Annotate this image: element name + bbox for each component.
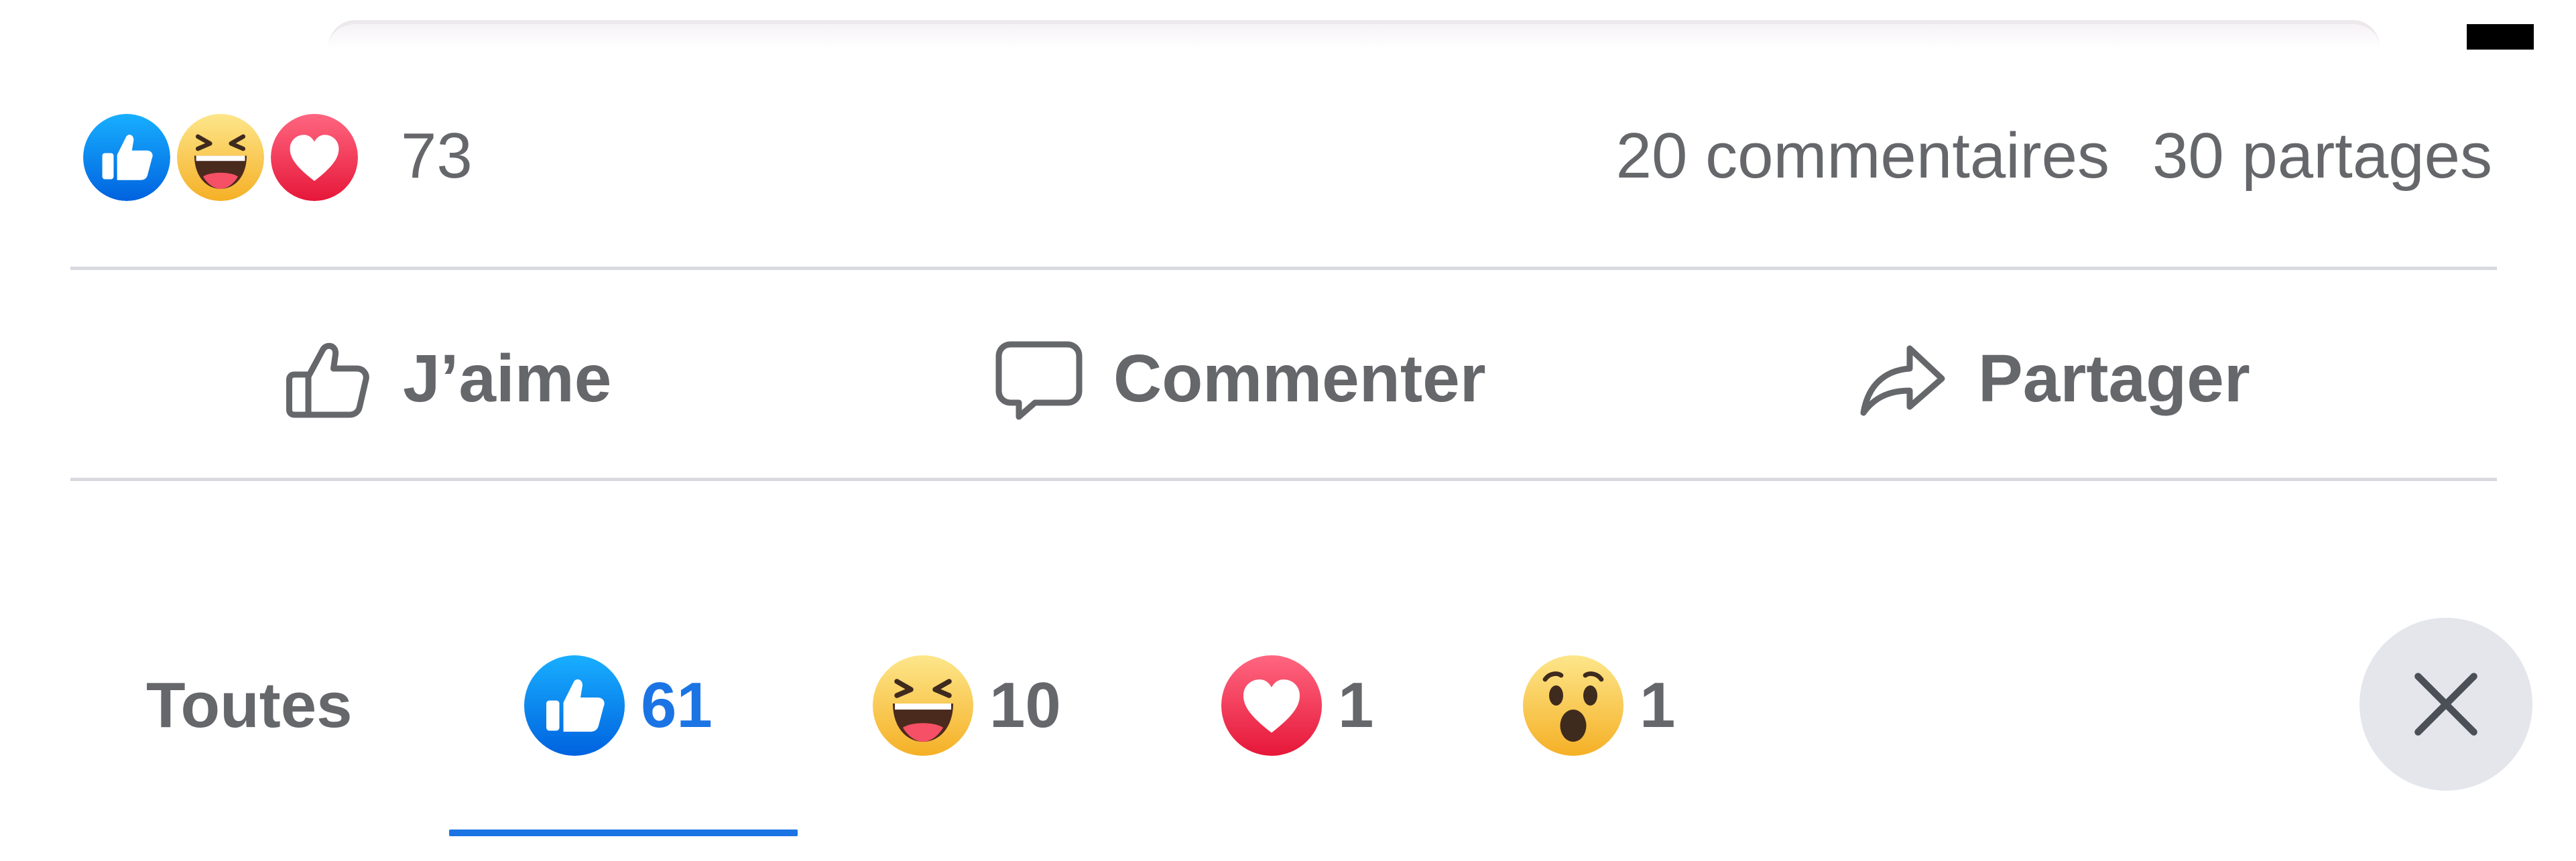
love-icon <box>267 110 362 205</box>
tab-haha-count: 10 <box>989 669 1061 741</box>
comment-button-label: Commenter <box>1113 340 1486 416</box>
wow-icon <box>1523 655 1623 756</box>
tab-all-label: Toutes <box>146 669 353 741</box>
share-button-label: Partager <box>1978 340 2250 416</box>
divider-bottom <box>70 478 2497 481</box>
share-button[interactable]: Partager <box>1853 328 2250 429</box>
reaction-total-count[interactable]: 73 <box>401 119 473 193</box>
tab-love-count: 1 <box>1338 669 1374 741</box>
previous-content-edge <box>328 20 2380 48</box>
reaction-summary-row: 73 20 commentaires 30 partages <box>79 107 2492 208</box>
tab-like-count: 61 <box>641 669 713 741</box>
close-icon <box>2414 673 2477 736</box>
close-button[interactable] <box>2359 618 2532 791</box>
reaction-filter-tabs: Toutes 61 10 1 1 <box>0 603 2576 861</box>
haha-icon <box>873 655 973 756</box>
tab-all[interactable]: Toutes <box>146 655 353 756</box>
share-arrow-icon <box>1853 328 1954 429</box>
scrollbar-thumb[interactable] <box>2467 24 2534 50</box>
love-icon <box>1221 655 1322 756</box>
post-action-bar: J’aime Commenter Partager <box>70 275 2497 476</box>
shares-count-link[interactable]: 30 partages <box>2152 120 2492 192</box>
comment-button[interactable]: Commenter <box>989 328 1486 429</box>
speech-bubble-icon <box>989 328 1089 429</box>
tab-haha[interactable]: 10 <box>873 655 1061 756</box>
like-button[interactable]: J’aime <box>278 328 611 429</box>
tab-like[interactable]: 61 <box>524 655 713 756</box>
haha-icon <box>173 110 268 205</box>
tab-wow[interactable]: 1 <box>1523 655 1675 756</box>
like-icon <box>79 110 174 205</box>
reaction-icon-stack[interactable] <box>79 110 362 205</box>
engagement-counts: 20 commentaires 30 partages <box>1616 119 2492 193</box>
like-button-label: J’aime <box>403 340 612 416</box>
tab-love[interactable]: 1 <box>1221 655 1373 756</box>
divider-top <box>70 267 2497 270</box>
thumbs-up-outline-icon <box>278 328 379 429</box>
like-icon <box>524 655 625 756</box>
comments-count-link[interactable]: 20 commentaires <box>1616 120 2109 192</box>
active-tab-indicator <box>449 830 798 836</box>
tab-wow-count: 1 <box>1640 669 1676 741</box>
